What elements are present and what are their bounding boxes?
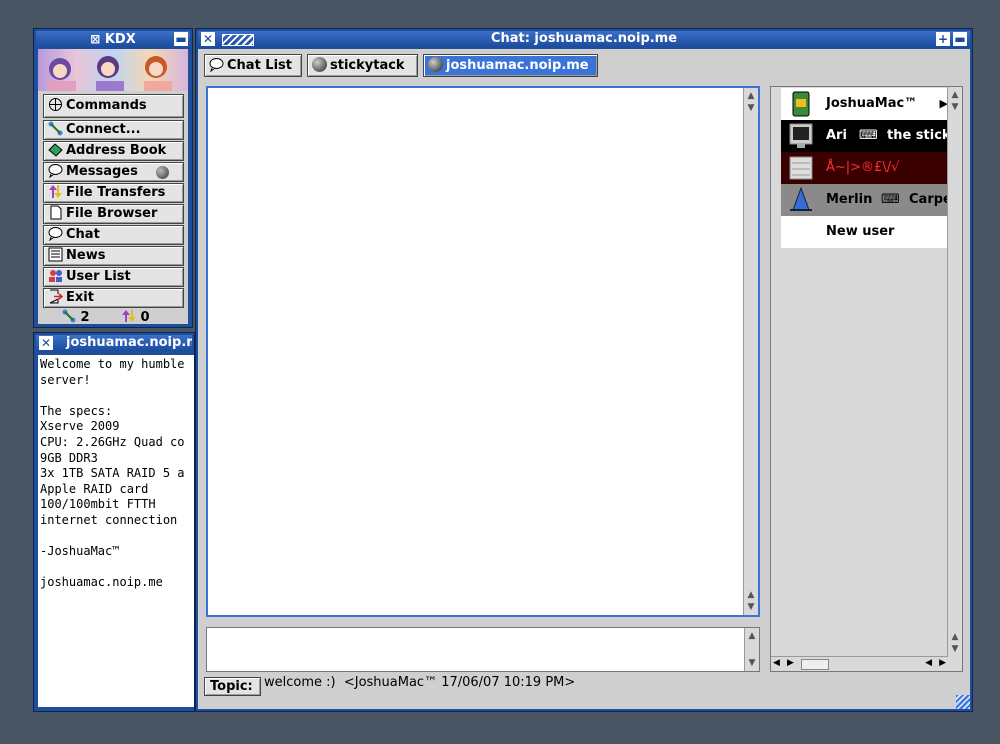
chat-icon — [48, 226, 63, 242]
user-list-button[interactable]: User List — [43, 267, 184, 287]
news-button[interactable]: News — [43, 246, 184, 266]
wizard-hat-icon — [787, 186, 815, 213]
transfers-status: 0 — [122, 309, 150, 325]
scroll-down-icon[interactable]: ▼ — [745, 102, 757, 114]
resize-grip-icon[interactable] — [956, 695, 970, 709]
user-list-item[interactable]: JoshuaMac™ ▶ — [781, 88, 948, 120]
kdx-titlebar[interactable]: ⊠ KDX ▬ — [36, 31, 190, 47]
sphere-icon — [312, 57, 327, 72]
agreement-titlebar[interactable]: ✕ joshuamac.noip.me — [36, 335, 192, 351]
scroll-down-icon[interactable]: ▼ — [949, 101, 961, 113]
topic-text: welcome :) <JoshuaMac™ 17/06/07 10:19 PM… — [264, 675, 576, 690]
file-transfers-button[interactable]: File Transfers — [43, 183, 184, 203]
messages-icon — [48, 163, 63, 179]
kdx-logo-icon: ⊠ — [90, 32, 101, 46]
keyboard-icon: ⌨ — [881, 192, 900, 207]
message-input-scrollbar[interactable]: ▲ ▼ — [744, 628, 759, 671]
user-status: the stick — [887, 128, 948, 143]
user-list-inner: JoshuaMac™ ▶ Ari ⌨ the stick Å~|>®£\/√ Merlin ⌨… — [771, 87, 948, 657]
address-book-button[interactable]: Address Book — [43, 141, 184, 161]
collapse-icon[interactable]: ▬ — [953, 32, 967, 46]
connect-button[interactable]: Connect... — [43, 120, 184, 140]
message-input[interactable]: ▲ ▼ — [206, 627, 760, 672]
collapse-icon[interactable]: ▬ — [174, 32, 188, 46]
chat-panel: Chat List stickytack joshuamac.noip.me ▲… — [198, 49, 970, 709]
scroll-down-icon[interactable]: ▼ — [746, 657, 758, 669]
close-icon[interactable]: ✕ — [39, 336, 53, 350]
scroll-right-icon[interactable]: ▶ — [939, 658, 946, 668]
file-browser-button[interactable]: File Browser — [43, 204, 184, 224]
user-list-item[interactable]: Ari ⌨ the stick — [781, 120, 948, 152]
commands-icon — [48, 97, 63, 112]
server-icon — [787, 91, 815, 117]
file-transfers-icon — [48, 184, 63, 199]
kdx-window: ⊠ KDX ▬ Commands Connect... Address Book… — [33, 28, 193, 328]
user-list: JoshuaMac™ ▶ Ari ⌨ the stick Å~|>®£\/√ Merlin ⌨… — [770, 86, 963, 672]
close-icon[interactable]: ✕ — [201, 32, 215, 46]
user-name: Å~|>®£\/√ — [826, 160, 900, 175]
scroll-thumb[interactable] — [801, 659, 829, 670]
agreement-text-area: Welcome to my humble server! The specs: … — [38, 355, 194, 707]
user-list-scrollbar[interactable]: ▲ ▼ ▲ ▼ — [947, 87, 962, 657]
user-name: Merlin — [826, 192, 873, 207]
anime-artwork-icon — [48, 56, 172, 91]
tab-chat-list[interactable]: Chat List — [204, 54, 302, 77]
chat-log-scrollbar[interactable]: ▲ ▼ ▲ ▼ — [743, 88, 758, 615]
scroll-up-icon[interactable]: ▲ — [745, 589, 757, 601]
user-name: Ari — [826, 128, 847, 143]
chat-titlebar[interactable]: ✕ Chat: joshuamac.noip.me + ▬ — [198, 31, 970, 47]
chat-window: ✕ Chat: joshuamac.noip.me + ▬ Chat List … — [195, 28, 973, 712]
kdx-menu-panel: Commands Connect... Address Book Message… — [38, 91, 188, 325]
scroll-right-icon[interactable]: ▶ — [787, 658, 794, 668]
topic-button[interactable]: Topic: — [204, 677, 261, 696]
scroll-down-icon[interactable]: ▼ — [745, 601, 757, 613]
sphere-icon — [428, 57, 443, 72]
user-list-icon — [48, 268, 63, 283]
chat-bubble-icon — [209, 57, 224, 73]
zoom-icon[interactable]: + — [936, 32, 950, 46]
agreement-window: ✕ joshuamac.noip.me Welcome to my humble… — [33, 332, 195, 712]
monitor-icon — [787, 123, 815, 149]
messages-button[interactable]: Messages — [43, 162, 184, 182]
message-indicator-icon — [156, 166, 169, 179]
connections-status: 2 — [62, 309, 90, 325]
drive-icon — [787, 155, 815, 181]
connection-icon — [62, 309, 76, 325]
user-list-item[interactable]: Å~|>®£\/√ — [781, 152, 948, 184]
chat-title: Chat: joshuamac.noip.me — [490, 31, 678, 46]
news-icon — [48, 247, 63, 262]
address-book-icon — [48, 142, 63, 157]
chat-log[interactable]: ▲ ▼ ▲ ▼ — [206, 86, 760, 617]
connect-icon — [48, 121, 63, 136]
file-browser-icon — [48, 205, 63, 220]
keyboard-icon: ⌨ — [859, 128, 878, 143]
kdx-title: KDX — [104, 32, 136, 47]
user-name: New user — [826, 224, 895, 239]
user-status: Carpe — [909, 192, 948, 207]
user-list-item[interactable]: Merlin ⌨ Carpe — [781, 184, 948, 216]
kdx-banner-image — [38, 49, 188, 91]
transfer-icon — [122, 310, 136, 325]
agreement-title: joshuamac.noip.me — [66, 335, 192, 350]
scroll-up-icon[interactable]: ▲ — [949, 89, 961, 101]
user-list-item[interactable]: New user — [781, 216, 948, 248]
agreement-text: Welcome to my humble server! The specs: … — [40, 357, 185, 590]
tab-stickytack[interactable]: stickytack — [307, 54, 418, 77]
tab-joshuamac[interactable]: joshuamac.noip.me — [423, 54, 598, 77]
user-name: JoshuaMac™ — [826, 96, 918, 111]
exit-icon — [48, 289, 64, 304]
chat-button[interactable]: Chat — [43, 225, 184, 245]
scroll-up-icon[interactable]: ▲ — [746, 630, 758, 642]
user-list-hscrollbar[interactable]: ◀ ▶ ◀ ▶ — [771, 656, 948, 671]
stripes-icon — [222, 34, 254, 46]
scroll-up-icon[interactable]: ▲ — [949, 631, 961, 643]
scroll-down-icon[interactable]: ▼ — [949, 643, 961, 655]
commands-button[interactable]: Commands — [43, 94, 184, 118]
scroll-left-icon[interactable]: ◀ — [773, 658, 780, 668]
scroll-up-icon[interactable]: ▲ — [745, 90, 757, 102]
scroll-left-icon[interactable]: ◀ — [925, 658, 932, 668]
exit-button[interactable]: Exit — [43, 288, 184, 308]
